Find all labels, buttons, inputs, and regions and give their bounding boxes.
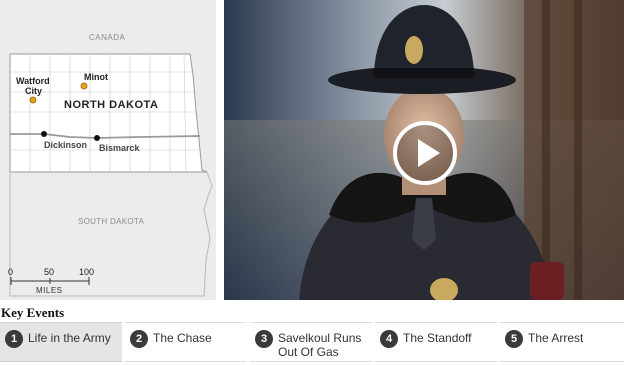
play-button[interactable] bbox=[392, 120, 458, 186]
city-dot-bismarck bbox=[94, 135, 100, 141]
key-events-list: 1 Life in the Army 2 The Chase 3 Savelko… bbox=[0, 322, 624, 362]
city-dot-dickinson bbox=[41, 131, 47, 137]
scale-tick-0: 0 bbox=[8, 267, 14, 277]
event-item-the-arrest[interactable]: 5 The Arrest bbox=[500, 322, 624, 362]
video-player[interactable] bbox=[224, 0, 624, 300]
play-icon bbox=[393, 121, 457, 185]
neighbor-state-label: SOUTH DAKOTA bbox=[78, 217, 145, 226]
event-item-savelkoul-runs-out-of-gas[interactable]: 3 Savelkoul Runs Out Of Gas bbox=[250, 322, 372, 362]
key-events-title: Key Events bbox=[1, 305, 65, 320]
event-number-badge: 5 bbox=[505, 330, 523, 348]
event-number-badge: 1 bbox=[5, 330, 23, 348]
city-label-bismarck: Bismarck bbox=[99, 143, 140, 153]
scale-bar bbox=[10, 277, 90, 285]
event-number-badge: 2 bbox=[130, 330, 148, 348]
state-label: NORTH DAKOTA bbox=[64, 99, 159, 111]
event-label: The Standoff bbox=[403, 331, 472, 345]
scale-unit-label: MILES bbox=[36, 286, 63, 295]
city-label-watford-city: City bbox=[25, 86, 43, 96]
event-label: Savelkoul Runs Out Of Gas bbox=[278, 331, 362, 359]
event-item-the-chase[interactable]: 2 The Chase bbox=[125, 322, 246, 362]
scale-tick-100: 100 bbox=[79, 267, 95, 277]
city-dot-minot bbox=[80, 82, 88, 90]
scale-tick-50: 50 bbox=[44, 267, 55, 277]
city-label-watford: Watford bbox=[16, 76, 50, 86]
event-number-badge: 3 bbox=[255, 330, 273, 348]
city-dot-watford-city bbox=[29, 96, 37, 104]
event-label: The Arrest bbox=[528, 331, 584, 345]
north-dakota-map: CANADA NORTH DAKOTA SOUTH DAKOTA Watford… bbox=[0, 0, 216, 300]
city-label-dickinson: Dickinson bbox=[44, 140, 88, 150]
event-label: Life in the Army bbox=[28, 331, 111, 345]
event-item-the-standoff[interactable]: 4 The Standoff bbox=[375, 322, 497, 362]
south-dakota-border bbox=[9, 171, 213, 297]
event-number-badge: 4 bbox=[380, 330, 398, 348]
event-label: The Chase bbox=[153, 331, 212, 345]
event-item-life-in-the-army[interactable]: 1 Life in the Army bbox=[0, 322, 122, 362]
country-label: CANADA bbox=[89, 33, 126, 42]
city-label-minot: Minot bbox=[84, 72, 108, 82]
